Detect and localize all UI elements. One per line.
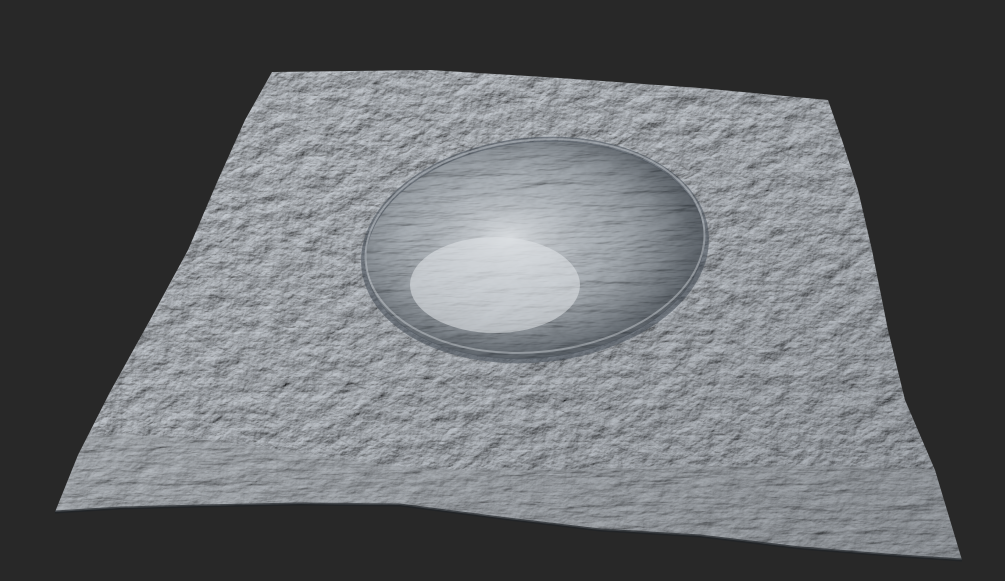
terrain-render [54, 70, 963, 562]
crater-floor [410, 237, 580, 333]
3d-viewport[interactable] [0, 0, 1005, 581]
